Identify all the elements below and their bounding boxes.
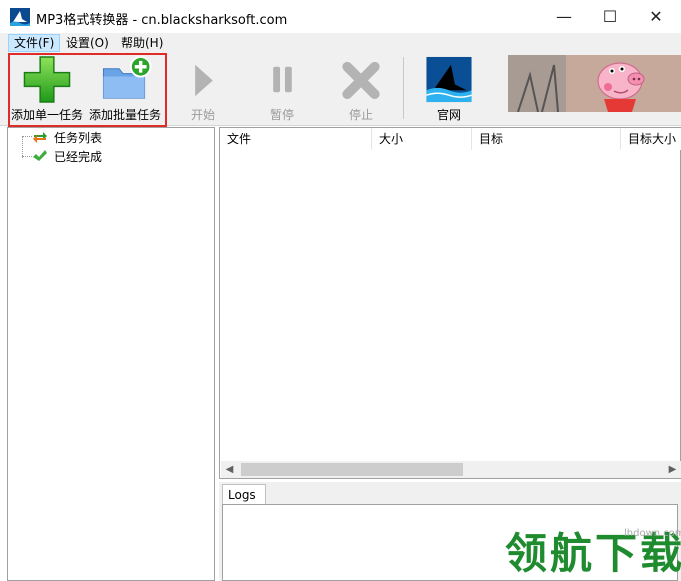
task-list-table[interactable]: 文件 大小 目标 目标大小 ◀ ▶ — [219, 127, 681, 479]
logs-tab[interactable]: Logs — [222, 484, 266, 505]
tree-item-label: 已经完成 — [54, 149, 103, 164]
close-button[interactable]: ✕ — [633, 0, 679, 33]
tree-connector — [22, 136, 23, 158]
column-header-size[interactable]: 大小 — [372, 128, 472, 150]
stop-button[interactable]: 停止 — [338, 55, 384, 123]
banner-image — [508, 55, 681, 112]
start-button[interactable]: 开始 — [180, 55, 226, 123]
app-logo-icon — [10, 8, 30, 26]
minimize-button[interactable]: — — [541, 0, 587, 33]
scroll-right-icon[interactable]: ▶ — [664, 461, 681, 478]
tree-item-task-list[interactable]: 任务列表 — [32, 129, 102, 145]
tree-connector — [22, 156, 32, 157]
title-bar: MP3格式转换器 - cn.blacksharksoft.com — ☐ ✕ — [0, 0, 681, 33]
menu-bar: 文件(F) 设置(O) 帮助(H) — [0, 33, 681, 53]
tree-connector — [22, 136, 32, 137]
menu-settings[interactable]: 设置(O) — [61, 34, 114, 52]
pause-button[interactable]: 暂停 — [259, 55, 305, 123]
red-highlight-box — [8, 53, 167, 127]
window-title: MP3格式转换器 - cn.blacksharksoft.com — [36, 13, 288, 28]
toolbar-separator — [403, 57, 404, 119]
x-stop-icon — [342, 61, 380, 100]
menu-help[interactable]: 帮助(H) — [116, 34, 168, 52]
shark-logo-icon — [426, 56, 472, 103]
menu-file[interactable]: 文件(F) — [8, 34, 61, 52]
task-tree-pane: 任务列表 已经完成 — [7, 127, 215, 581]
website-button[interactable]: 官网 — [424, 55, 474, 123]
column-header-target-size[interactable]: 目标大小 — [621, 128, 681, 150]
column-header-target[interactable]: 目标 — [472, 128, 621, 150]
maximize-button[interactable]: ☐ — [587, 0, 633, 33]
refresh-arrows-icon — [33, 132, 47, 143]
maximize-icon: ☐ — [602, 7, 618, 26]
minimize-icon: — — [556, 7, 572, 26]
scrollbar-thumb[interactable] — [241, 463, 463, 476]
close-icon: ✕ — [649, 7, 663, 26]
website-label: 官网 — [436, 108, 461, 122]
watermark-url: lhdown.com — [624, 528, 681, 539]
tree-item-label: 任务列表 — [54, 130, 103, 145]
pause-icon — [273, 66, 292, 93]
horizontal-scrollbar[interactable]: ◀ ▶ — [221, 461, 681, 478]
stop-label: 停止 — [348, 108, 373, 122]
column-header-file[interactable]: 文件 — [220, 128, 372, 150]
play-icon — [195, 64, 213, 97]
start-label: 开始 — [190, 108, 215, 122]
pause-label: 暂停 — [269, 108, 294, 122]
tree-item-completed[interactable]: 已经完成 — [32, 148, 102, 164]
checkmark-icon — [33, 150, 47, 161]
scroll-left-icon[interactable]: ◀ — [221, 461, 238, 478]
